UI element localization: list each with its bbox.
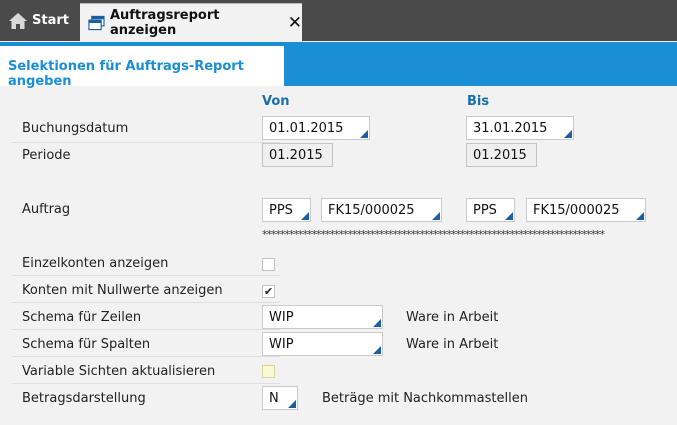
home-icon [9,12,27,29]
dropdown-corner-icon[interactable] [373,319,381,327]
auftrag-bis-value: FK15/000025 [533,203,620,218]
periode-von-value: 01.2015 [269,148,323,163]
dropdown-corner-icon[interactable] [564,130,572,138]
accent-bar [284,46,677,86]
row-divider [12,383,280,384]
auftrag-bis-prefix-input[interactable]: PPS [466,198,515,222]
auftrag-label: Auftrag [22,202,71,217]
tab-auftragsreport[interactable]: Auftragsreport anzeigen ✕ [80,3,302,41]
periode-label: Periode [22,148,71,163]
auftrag-von-value: FK15/000025 [328,203,415,218]
close-icon[interactable]: ✕ [288,13,302,33]
auftrag-von-prefix-input[interactable]: PPS [262,198,311,222]
schema-zeilen-description: Ware in Arbeit [406,310,499,325]
variable-sichten-checkbox[interactable] [262,365,275,378]
check-icon: ✔ [263,285,274,298]
dropdown-corner-icon[interactable] [505,212,513,220]
tab-start-label: Start [32,13,69,28]
buchungsdatum-bis-value: 31.01.2015 [473,121,548,136]
buchungsdatum-von-value: 01.01.2015 [269,121,344,136]
dropdown-corner-icon[interactable] [373,346,381,354]
periode-von-field: 01.2015 [262,143,333,167]
schema-spalten-label: Schema für Spalten [22,337,151,352]
schema-spalten-input[interactable]: WIP [262,332,383,356]
schema-spalten-value: WIP [269,337,294,352]
row-divider [12,142,280,143]
auftrag-von-input[interactable]: FK15/000025 [321,198,442,222]
betragsdarstellung-label: Betragsdarstellung [22,391,146,406]
auftrag-mask: ****************************************… [262,228,605,241]
einzelkonten-label: Einzelkonten anzeigen [22,256,169,271]
window-icon [88,15,105,30]
row-divider [12,302,280,303]
tab-bar: Start Auftragsreport anzeigen ✕ [0,0,677,41]
section-title: Selektionen für Auftrags-Report angeben [0,46,284,89]
auftrag-von-prefix-value: PPS [269,203,293,218]
row-divider [12,356,280,357]
nullwerte-label: Konten mit Nullwerte anzeigen [22,283,223,298]
periode-bis-field: 01.2015 [466,143,537,167]
tab-start[interactable]: Start [0,0,78,41]
row-divider [12,275,280,276]
buchungsdatum-label: Buchungsdatum [22,121,129,136]
schema-zeilen-value: WIP [269,310,294,325]
periode-bis-value: 01.2015 [473,148,527,163]
buchungsdatum-bis-input[interactable]: 31.01.2015 [466,116,574,140]
betragsdarstellung-input[interactable]: N [262,386,298,410]
schema-zeilen-input[interactable]: WIP [262,305,383,329]
dropdown-corner-icon[interactable] [288,400,296,408]
tab-auftragsreport-label: Auftragsreport anzeigen [109,7,220,38]
schema-spalten-description: Ware in Arbeit [406,337,499,352]
column-header-bis: Bis [467,94,490,109]
dropdown-corner-icon[interactable] [432,212,440,220]
dropdown-corner-icon[interactable] [360,130,368,138]
einzelkonten-checkbox[interactable] [262,258,275,271]
betragsdarstellung-description: Beträge mit Nachkommastellen [322,391,528,406]
auftrag-bis-input[interactable]: FK15/000025 [526,198,646,222]
buchungsdatum-von-input[interactable]: 01.01.2015 [262,116,370,140]
nullwerte-checkbox[interactable]: ✔ [262,285,275,298]
auftrag-bis-prefix-value: PPS [473,203,497,218]
dropdown-corner-icon[interactable] [636,212,644,220]
row-divider [12,329,280,330]
column-header-von: Von [262,94,290,109]
variable-sichten-label: Variable Sichten aktualisieren [22,364,216,379]
betragsdarstellung-value: N [269,391,279,406]
dropdown-corner-icon[interactable] [301,212,309,220]
schema-zeilen-label: Schema für Zeilen [22,310,142,325]
